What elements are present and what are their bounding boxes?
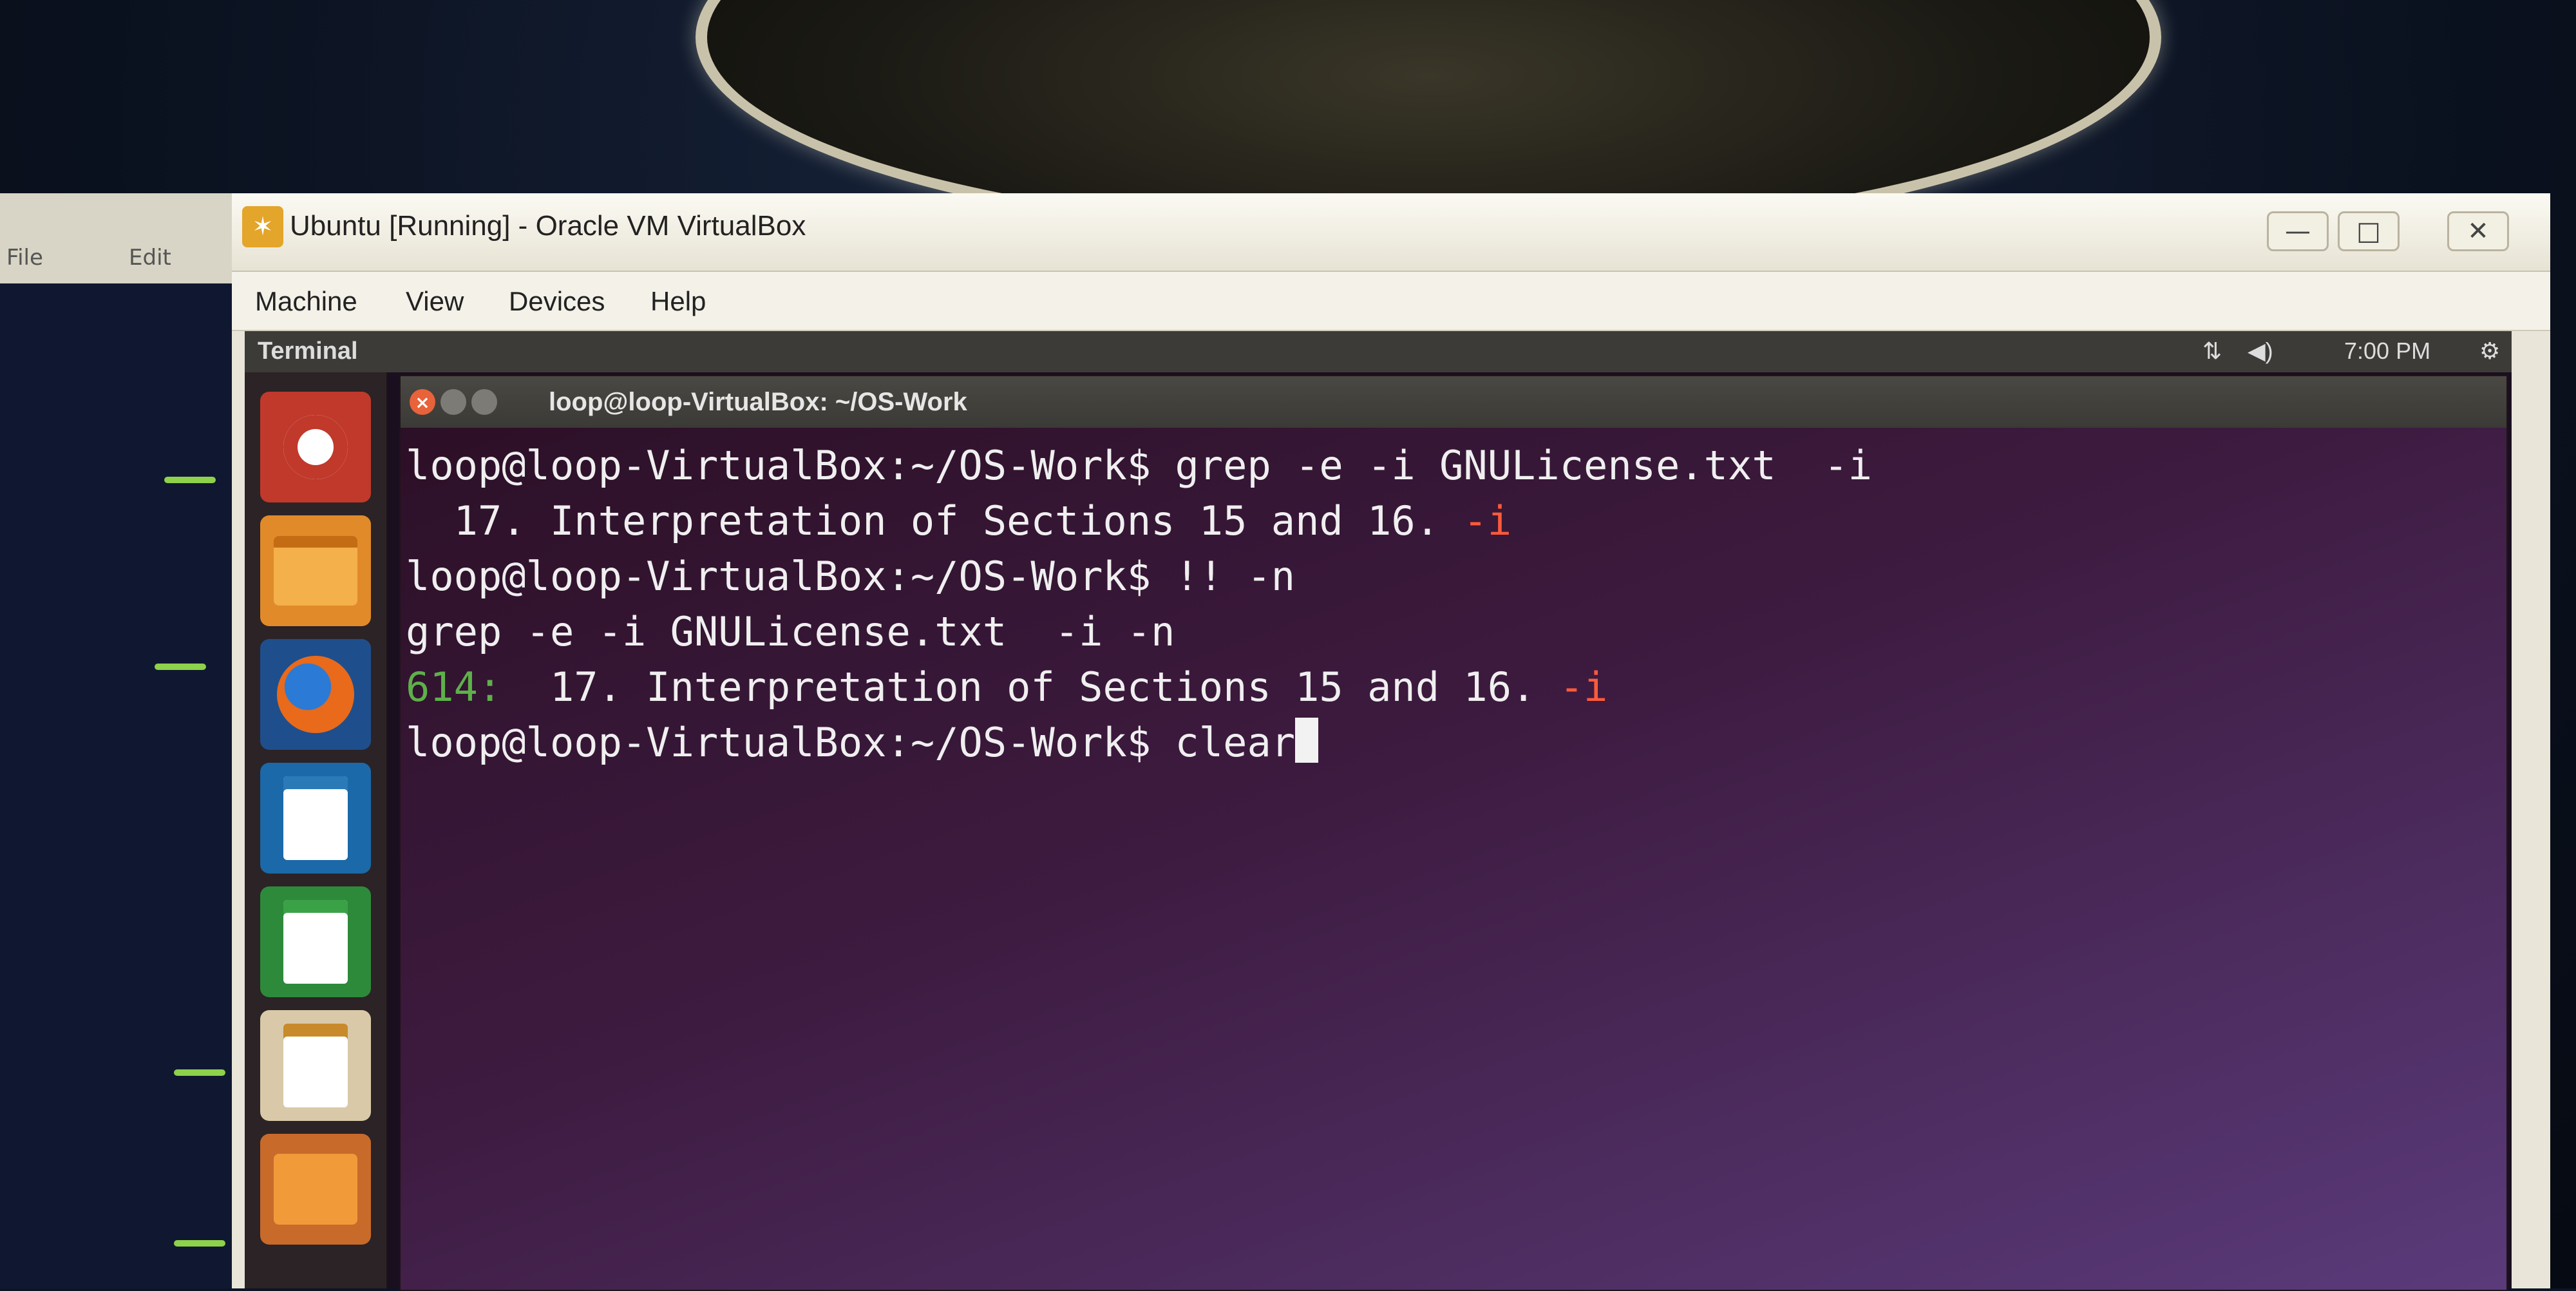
virtualbox-titlebar[interactable]: ✶ Ubuntu [Running] - Oracle VM VirtualBo… [232,193,2550,272]
shell-prompt: loop@loop-VirtualBox:~/OS-Work$ [406,719,1175,766]
active-app-label: Terminal [258,338,358,365]
command-text: grep -e -i GNULicense.txt -i [1175,442,1872,489]
libreoffice-calc-icon[interactable] [260,886,371,997]
window-title: Ubuntu [Running] - Oracle VM VirtualBox [290,210,806,242]
close-button[interactable]: ✕ [2447,211,2509,251]
virtualbox-menubar: Machine View Devices Help [232,272,2550,331]
maximize-button[interactable]: □ [2338,211,2400,251]
output-text: 17. Interpretation of Sections 15 and 16… [502,664,1560,711]
terminal-output[interactable]: loop@loop-VirtualBox:~/OS-Work$ grep -e … [401,438,2499,1276]
files-icon[interactable] [260,515,371,626]
shell-prompt: loop@loop-VirtualBox:~/OS-Work$ [406,553,1175,600]
host-side-panel [0,283,238,1288]
software-center-icon[interactable] [260,1134,371,1245]
menu-machine[interactable]: Machine [255,286,357,317]
terminal-line: 614: 17. Interpretation of Sections 15 a… [406,660,2499,715]
dash-home-icon[interactable] [260,392,371,502]
match-highlight: -i [1463,497,1512,544]
terminal-minimize-icon[interactable] [440,389,466,415]
command-input[interactable]: clear [1175,719,1295,766]
output-text: grep -e -i GNULicense.txt -i -n [406,608,1175,655]
host-marker [164,477,216,483]
terminal-window[interactable]: × loop@loop-VirtualBox: ~/OS-Work loop@l… [399,375,2508,1291]
terminal-line: 17. Interpretation of Sections 15 and 16… [406,493,2499,549]
terminal-line: grep -e -i GNULicense.txt -i -n [406,604,2499,660]
menu-view[interactable]: View [406,286,464,317]
text-cursor [1295,718,1319,763]
command-text: !! -n [1175,553,1296,600]
virtualbox-window: ✶ Ubuntu [Running] - Oracle VM VirtualBo… [232,193,2550,1291]
host-window-edge: File Edit [0,193,238,290]
ubuntu-top-panel: Terminal ⇅ ◀) 7:00 PM ⚙ [245,331,2512,372]
firefox-icon[interactable] [260,639,371,750]
match-highlight: -i [1559,664,1608,711]
network-icon[interactable]: ⇅ [2202,338,2222,365]
host-file-label: File [6,245,43,271]
clock[interactable]: 7:00 PM [2344,338,2430,365]
unity-launcher [245,372,388,1288]
host-edit-label: Edit [129,245,171,271]
host-marker [155,664,206,670]
shell-prompt: loop@loop-VirtualBox:~/OS-Work$ [406,442,1175,489]
gear-icon[interactable]: ⚙ [2479,338,2500,365]
libreoffice-writer-icon[interactable] [260,763,371,874]
host-marker [174,1240,225,1247]
line-number: 614: [406,664,502,711]
guest-screen[interactable]: Terminal ⇅ ◀) 7:00 PM ⚙ × loop@loop-Virt… [245,331,2512,1291]
terminal-title: loop@loop-VirtualBox: ~/OS-Work [549,388,967,416]
terminal-maximize-icon[interactable] [471,389,497,415]
minimize-button[interactable]: — [2267,211,2329,251]
output-text: 17. Interpretation of Sections 15 and 16… [406,497,1464,544]
menu-help[interactable]: Help [650,286,706,317]
host-marker [174,1069,225,1076]
volume-icon[interactable]: ◀) [2248,338,2273,365]
libreoffice-impress-icon[interactable] [260,1010,371,1121]
terminal-line: loop@loop-VirtualBox:~/OS-Work$ !! -n [406,549,2499,604]
menu-devices[interactable]: Devices [509,286,605,317]
terminal-titlebar[interactable]: × loop@loop-VirtualBox: ~/OS-Work [401,376,2506,428]
terminal-close-icon[interactable]: × [410,389,435,415]
virtualbox-icon: ✶ [242,206,283,247]
terminal-line: loop@loop-VirtualBox:~/OS-Work$ grep -e … [406,438,2499,493]
terminal-line[interactable]: loop@loop-VirtualBox:~/OS-Work$ clear [406,715,2499,770]
